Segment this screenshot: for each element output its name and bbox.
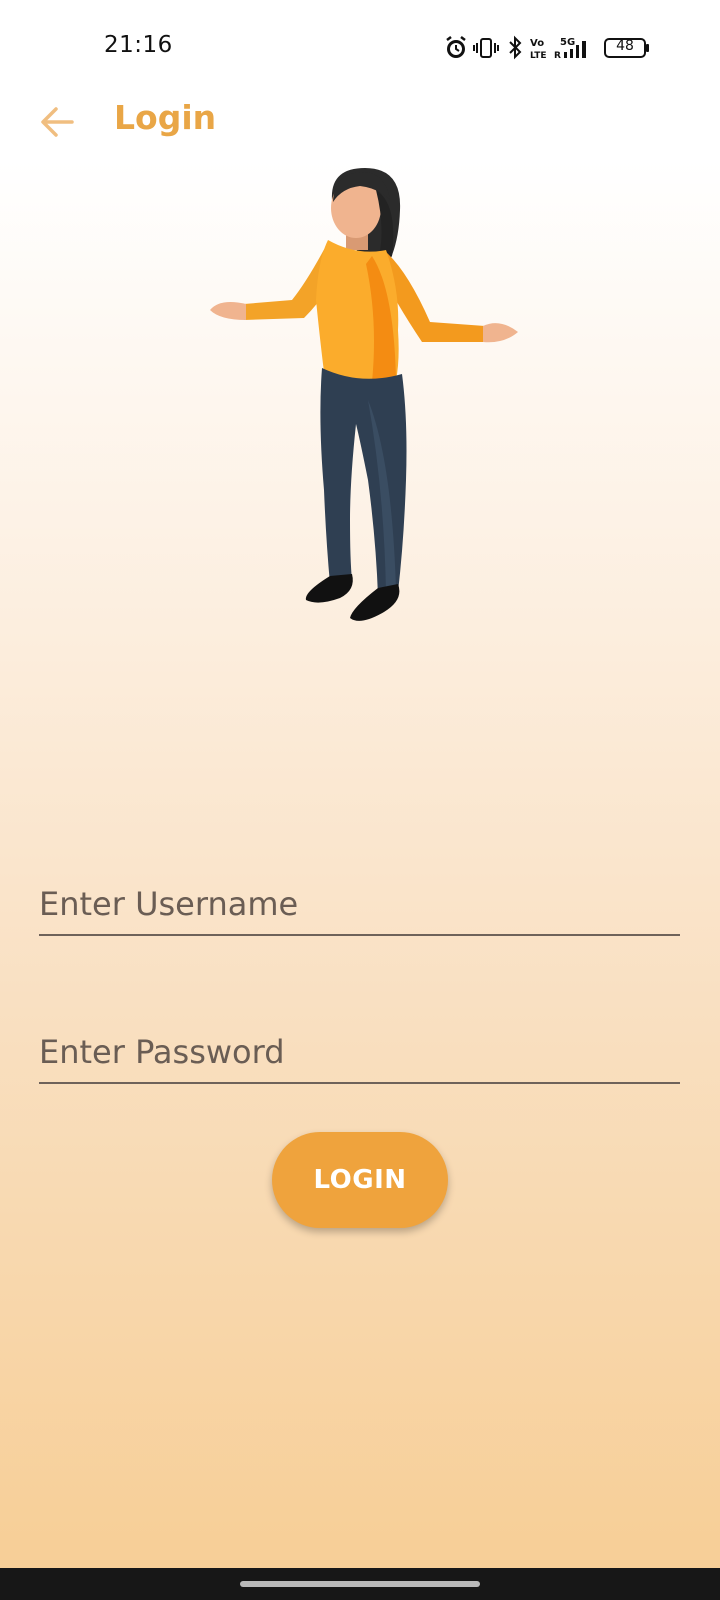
username-field[interactable]	[39, 874, 680, 936]
svg-text:LTE: LTE	[530, 51, 547, 61]
svg-text:Vo: Vo	[530, 38, 544, 49]
bluetooth-icon	[509, 35, 522, 60]
password-input[interactable]	[39, 1022, 680, 1082]
home-indicator[interactable]	[240, 1581, 480, 1587]
login-button[interactable]: LOGIN	[272, 1132, 448, 1228]
status-time: 21:16	[104, 32, 173, 58]
svg-text:R: R	[554, 51, 561, 61]
password-field[interactable]	[39, 1022, 680, 1084]
page-title: Login	[114, 98, 217, 137]
woman-shrugging-illustration	[210, 168, 518, 621]
navigation-bar	[0, 1568, 720, 1600]
volte-icon: Vo LTE	[530, 38, 547, 61]
battery-level: 48	[616, 38, 634, 54]
svg-text:5G: 5G	[560, 37, 575, 48]
alarm-icon	[446, 36, 466, 58]
5g-signal-icon: 5G R	[554, 37, 586, 61]
vibrate-icon	[473, 38, 499, 58]
arrow-left-icon	[41, 107, 74, 137]
back-button[interactable]	[30, 96, 86, 148]
status-bar: 21:16 Vo LTE 5G R 48	[0, 0, 720, 96]
username-input[interactable]	[39, 874, 680, 934]
